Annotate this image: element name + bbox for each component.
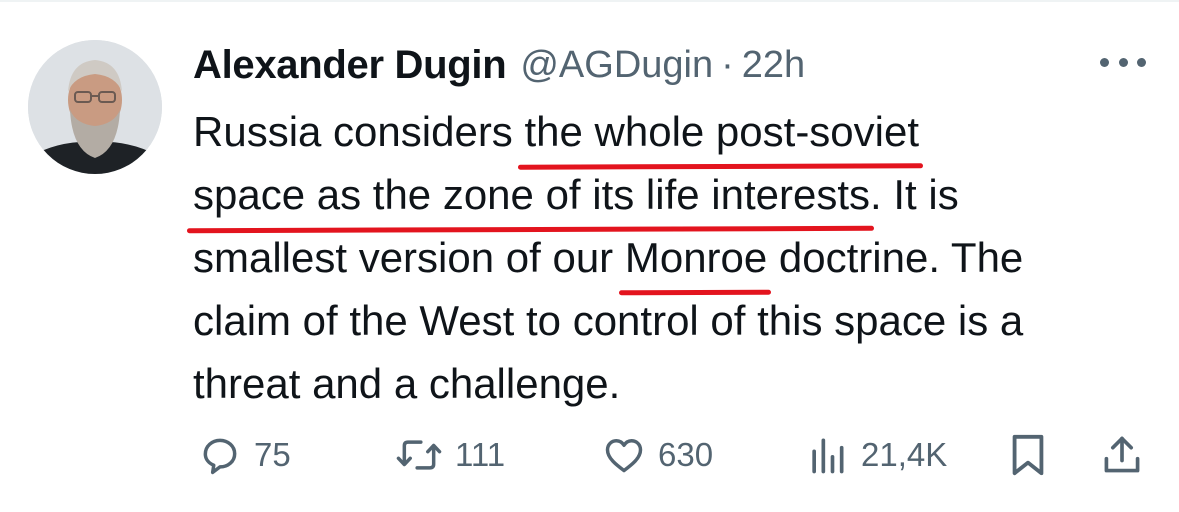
reply-icon xyxy=(203,438,237,475)
text-segment: claim of the West to control of this spa… xyxy=(193,297,1024,344)
bookmark-icon xyxy=(1012,434,1044,476)
like-button[interactable]: 630 xyxy=(602,425,713,485)
underlined-phrase: space as the zone of its life interests xyxy=(193,163,870,226)
heart-icon xyxy=(605,438,643,473)
text-line: Russia considers the whole post-soviet xyxy=(193,100,1173,163)
tweet-header: Alexander Dugin @AGDugin · 22h xyxy=(193,40,805,90)
share-icon xyxy=(1104,436,1140,473)
retweet-button[interactable]: 111 xyxy=(395,425,505,485)
reply-count: 75 xyxy=(254,436,291,473)
text-line: threat and a challenge. xyxy=(193,352,1173,415)
more-icon[interactable] xyxy=(1100,50,1146,74)
retweet-icon xyxy=(396,440,442,470)
view-count: 21,4K xyxy=(861,436,948,473)
underlined-phrase: Monroe xyxy=(625,226,767,289)
retweet-count: 111 xyxy=(455,436,506,473)
text-segment: doctrine. The xyxy=(767,234,1024,281)
views-icon xyxy=(812,438,844,474)
action-bar: 75 111 630 21,4K xyxy=(190,425,1150,485)
text-line: smallest version of our Monroe doctrine.… xyxy=(193,226,1173,289)
separator-dot: · xyxy=(721,43,734,86)
author-name[interactable]: Alexander Dugin xyxy=(193,43,507,88)
author-handle[interactable]: @AGDugin xyxy=(520,44,713,87)
bookmark-button[interactable] xyxy=(1008,425,1048,485)
text-segment: Russia considers xyxy=(193,108,525,155)
avatar-image xyxy=(28,40,162,174)
avatar[interactable] xyxy=(28,40,162,174)
tweet-text: Russia considers the whole post-soviet s… xyxy=(193,100,1173,415)
underlined-phrase: the whole post-soviet xyxy=(524,100,919,163)
like-count: 630 xyxy=(658,436,714,473)
views-button[interactable]: 21,4K xyxy=(805,425,947,485)
text-line: space as the zone of its life interests.… xyxy=(193,163,1173,226)
text-line: claim of the West to control of this spa… xyxy=(193,289,1173,352)
text-segment: smallest version of our xyxy=(193,234,625,281)
reply-button[interactable]: 75 xyxy=(198,425,291,485)
text-segment: threat and a challenge. xyxy=(193,360,621,407)
share-button[interactable] xyxy=(1100,425,1144,485)
text-segment: . It is xyxy=(870,171,959,218)
divider xyxy=(0,0,1179,2)
timestamp[interactable]: 22h xyxy=(742,44,805,87)
